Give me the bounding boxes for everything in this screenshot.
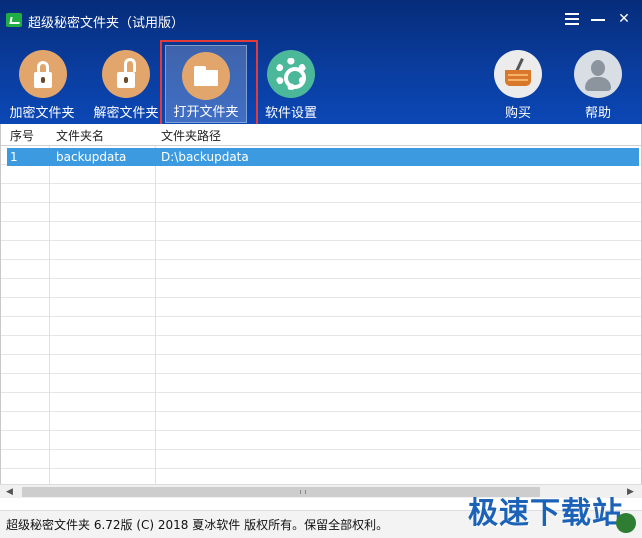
scrollbar-thumb[interactable] [22, 487, 540, 497]
buy-label: 购买 [504, 106, 531, 121]
settings-button[interactable]: 软件设置 [256, 42, 326, 124]
decrypt-folder-button[interactable]: 解密文件夹 [86, 42, 166, 124]
table-row[interactable]: 1 backupdata D:\backupdata [7, 148, 639, 166]
copyright-text: 超级秘密文件夹 6.72版 (C) 2018 夏冰软件 版权所有。保留全部权利。 [6, 518, 389, 532]
basket-icon [494, 50, 542, 98]
watermark: 极速下载站 [468, 496, 623, 531]
row-folder-path: D:\backupdata [161, 150, 249, 164]
column-header-path[interactable]: 文件夹路径 [161, 127, 221, 144]
user-icon [574, 50, 622, 98]
column-header-name[interactable]: 文件夹名 [56, 127, 104, 144]
scroll-left-icon[interactable]: ◀ [6, 487, 13, 497]
minimize-button[interactable] [588, 8, 608, 30]
row-index: 1 [10, 150, 18, 164]
gear-icon [267, 50, 315, 98]
encrypt-folder-label: 加密文件夹 [9, 106, 75, 121]
column-divider [155, 124, 156, 486]
minimize-icon [591, 19, 605, 21]
menu-button[interactable] [562, 8, 582, 30]
watermark-logo-icon [616, 513, 636, 533]
decrypt-folder-label: 解密文件夹 [93, 106, 159, 121]
folder-table[interactable]: 序号 文件夹名 文件夹路径 1 backupdata D:\backupdata [0, 124, 642, 486]
help-button[interactable]: 帮助 [570, 42, 626, 124]
buy-button[interactable]: 购买 [488, 42, 548, 124]
menu-icon [565, 13, 579, 25]
column-header-index[interactable]: 序号 [10, 127, 34, 144]
encrypt-folder-button[interactable]: 加密文件夹 [2, 42, 82, 124]
settings-label: 软件设置 [264, 106, 317, 121]
grip-icon [300, 490, 306, 494]
app-logo-icon [6, 13, 22, 27]
scroll-right-icon[interactable]: ▶ [627, 487, 634, 497]
close-button[interactable]: ✕ [614, 8, 634, 30]
unlock-icon [102, 50, 150, 98]
highlight-frame [160, 40, 258, 126]
help-label: 帮助 [584, 106, 611, 121]
column-divider [49, 124, 50, 486]
window-title: 超级秘密文件夹（试用版） [28, 16, 185, 31]
table-header: 序号 文件夹名 文件夹路径 [1, 124, 641, 146]
app-header: 超级秘密文件夹（试用版） ✕ 加密文件夹 解密文件夹 打开文件夹 软件设置 购买 [0, 0, 642, 126]
row-folder-name: backupdata [56, 150, 127, 164]
lock-icon [19, 50, 67, 98]
